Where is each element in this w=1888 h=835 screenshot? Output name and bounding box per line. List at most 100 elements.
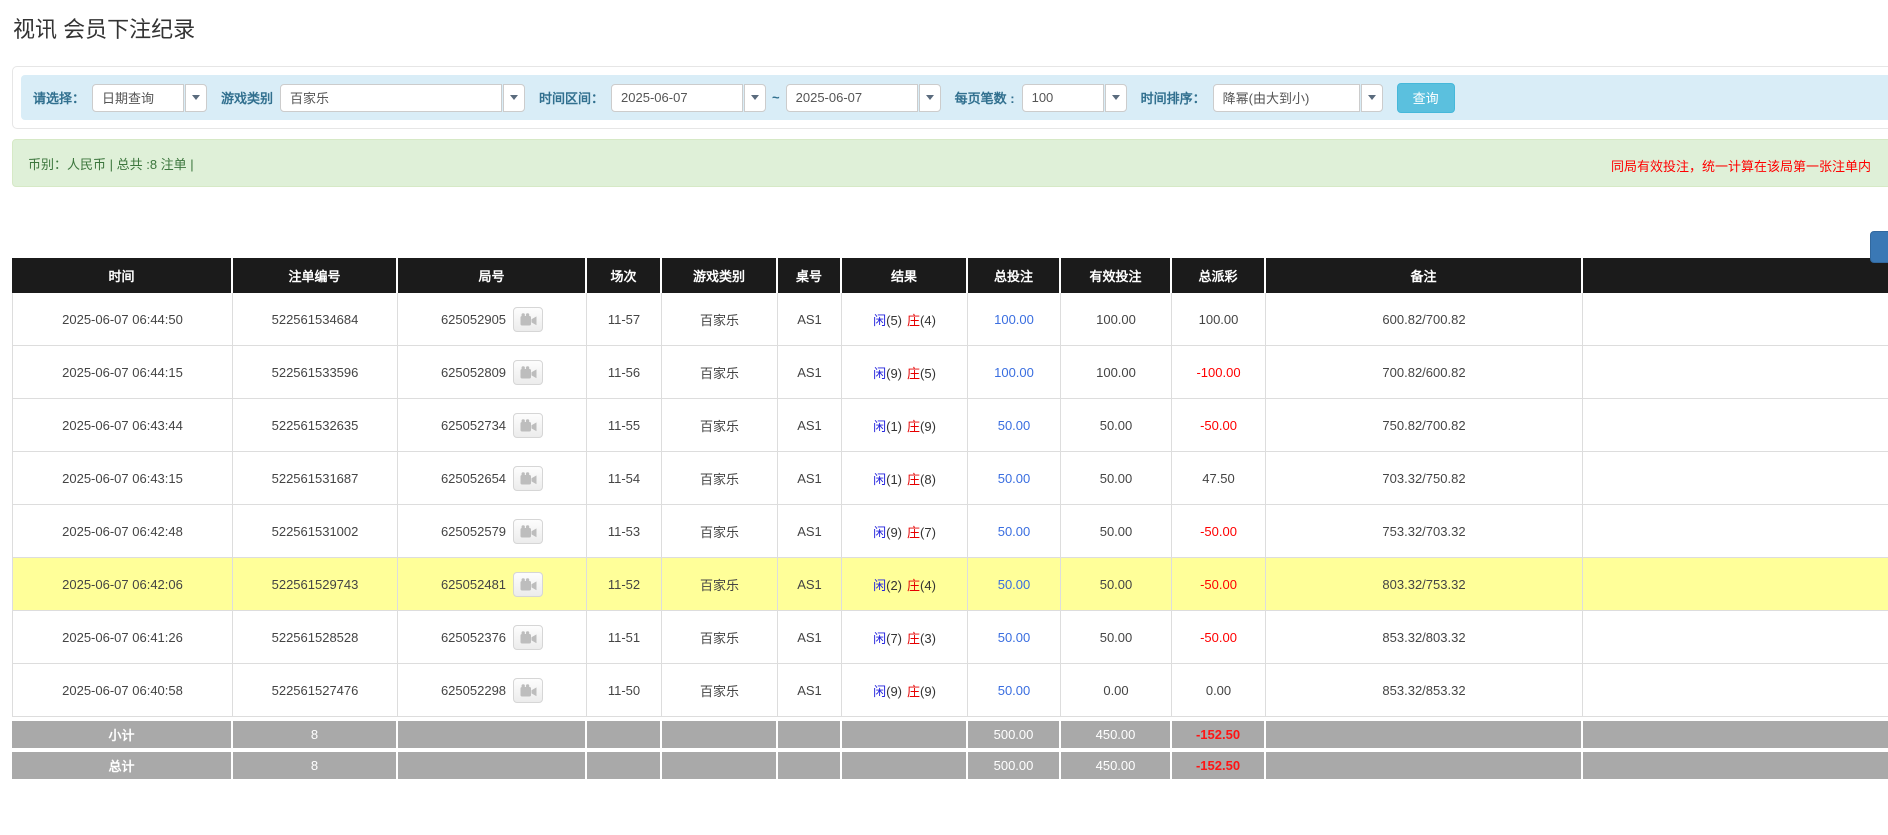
header-time: 时间 bbox=[12, 258, 233, 293]
game-type-cell: 百家乐 bbox=[662, 399, 778, 452]
video-replay-button[interactable] bbox=[513, 572, 543, 597]
result-cell: 闲(7)庄(3) bbox=[842, 611, 968, 664]
total-bet-cell[interactable]: 50.00 bbox=[968, 505, 1061, 558]
date-to-picker[interactable]: 2025-06-07 bbox=[786, 84, 941, 112]
total-bet-cell[interactable]: 50.00 bbox=[968, 611, 1061, 664]
chevron-down-icon bbox=[1112, 95, 1120, 100]
date-to-value[interactable]: 2025-06-07 bbox=[786, 84, 918, 112]
video-camera-icon bbox=[520, 631, 537, 644]
payout-cell: 100.00 bbox=[1172, 293, 1266, 346]
payout-cell: -50.00 bbox=[1172, 611, 1266, 664]
session-cell: 11-56 bbox=[587, 346, 662, 399]
game-type-value[interactable]: 百家乐 bbox=[280, 84, 502, 112]
table-row: 2025-06-07 06:43:44522561532635 625052734… bbox=[12, 399, 1888, 452]
video-camera-icon bbox=[520, 578, 537, 591]
header-round-id: 局号 bbox=[398, 258, 587, 293]
player-result-label: 闲 bbox=[873, 525, 886, 540]
payout-cell: -50.00 bbox=[1172, 558, 1266, 611]
payout-cell: -50.00 bbox=[1172, 505, 1266, 558]
bet-id-cell: 522561529743 bbox=[233, 558, 398, 611]
header-session: 场次 bbox=[587, 258, 662, 293]
game-type-cell: 百家乐 bbox=[662, 611, 778, 664]
result-cell: 闲(9)庄(7) bbox=[842, 505, 968, 558]
valid-bet-cell: 50.00 bbox=[1061, 505, 1172, 558]
subtotal-count: 8 bbox=[233, 717, 398, 748]
chevron-down-icon bbox=[1368, 95, 1376, 100]
valid-bet-cell: 50.00 bbox=[1061, 452, 1172, 505]
header-payout: 总派彩 bbox=[1172, 258, 1266, 293]
date-to-dropdown-button[interactable] bbox=[919, 84, 941, 112]
corner-action-button[interactable] bbox=[1870, 231, 1888, 263]
video-replay-button[interactable] bbox=[513, 519, 543, 544]
header-valid-bet: 有效投注 bbox=[1061, 258, 1172, 293]
search-button[interactable]: 查询 bbox=[1397, 83, 1455, 113]
sort-dropdown-button[interactable] bbox=[1361, 84, 1383, 112]
result-cell: 闲(1)庄(9) bbox=[842, 399, 968, 452]
header-result: 结果 bbox=[842, 258, 968, 293]
query-type-value[interactable]: 日期查询 bbox=[92, 84, 184, 112]
cutoff-cell bbox=[1583, 611, 1888, 664]
query-type-label: 请选择： bbox=[33, 88, 85, 107]
remark-cell: 853.32/853.32 bbox=[1266, 664, 1583, 717]
page-size-value[interactable]: 100 bbox=[1022, 84, 1104, 112]
table-no-cell: AS1 bbox=[778, 558, 842, 611]
round-id-text: 625052376 bbox=[441, 630, 506, 645]
round-id-text: 625052734 bbox=[441, 418, 506, 433]
total-label: 总计 bbox=[12, 748, 233, 779]
video-camera-icon bbox=[520, 472, 537, 485]
time-cell: 2025-06-07 06:43:44 bbox=[12, 399, 233, 452]
total-bet-cell[interactable]: 50.00 bbox=[968, 452, 1061, 505]
page-size-group: 每页笔数 : 100 bbox=[955, 84, 1127, 112]
bet-id-cell: 522561532635 bbox=[233, 399, 398, 452]
table-no-cell: AS1 bbox=[778, 505, 842, 558]
player-result-label: 闲 bbox=[873, 419, 886, 434]
game-type-cell: 百家乐 bbox=[662, 452, 778, 505]
table-no-cell: AS1 bbox=[778, 611, 842, 664]
page-size-dropdown-button[interactable] bbox=[1105, 84, 1127, 112]
time-cell: 2025-06-07 06:40:58 bbox=[12, 664, 233, 717]
sort-select[interactable]: 降幂(由大到小) bbox=[1213, 84, 1383, 112]
player-result-label: 闲 bbox=[873, 313, 886, 328]
bet-id-cell: 522561531002 bbox=[233, 505, 398, 558]
valid-bet-cell: 0.00 bbox=[1061, 664, 1172, 717]
remark-cell: 753.32/703.32 bbox=[1266, 505, 1583, 558]
query-type-dropdown-button[interactable] bbox=[185, 84, 207, 112]
date-from-picker[interactable]: 2025-06-07 bbox=[611, 84, 766, 112]
game-type-select[interactable]: 百家乐 bbox=[280, 84, 525, 112]
total-bet-cell[interactable]: 50.00 bbox=[968, 399, 1061, 452]
player-result-score: (1) bbox=[886, 472, 902, 487]
summary-bar: 币别：人民币 | 总共 :8 注单 | 同局有效投注，统一计算在该局第一张注单内 bbox=[12, 139, 1888, 187]
query-type-select[interactable]: 日期查询 bbox=[92, 84, 207, 112]
game-type-dropdown-button[interactable] bbox=[503, 84, 525, 112]
cutoff-cell bbox=[1583, 399, 1888, 452]
page-size-select[interactable]: 100 bbox=[1022, 84, 1127, 112]
bet-records-table-wrap: 时间 注单编号 局号 场次 游戏类别 桌号 结果 总投注 有效投注 总派彩 备注… bbox=[12, 258, 1888, 779]
video-replay-button[interactable] bbox=[513, 360, 543, 385]
sort-value[interactable]: 降幂(由大到小) bbox=[1213, 84, 1360, 112]
query-type-group: 请选择： 日期查询 bbox=[33, 84, 207, 112]
valid-bet-cell: 100.00 bbox=[1061, 293, 1172, 346]
video-replay-button[interactable] bbox=[513, 466, 543, 491]
total-bet-cell[interactable]: 100.00 bbox=[968, 293, 1061, 346]
valid-bet-cell: 50.00 bbox=[1061, 399, 1172, 452]
player-result-label: 闲 bbox=[873, 684, 886, 699]
date-from-dropdown-button[interactable] bbox=[744, 84, 766, 112]
video-replay-button[interactable] bbox=[513, 413, 543, 438]
round-cell: 625052579 bbox=[398, 505, 587, 558]
total-bet-cell[interactable]: 50.00 bbox=[968, 664, 1061, 717]
banker-result-label: 庄 bbox=[907, 366, 920, 381]
total-bet-cell[interactable]: 100.00 bbox=[968, 346, 1061, 399]
session-cell: 11-54 bbox=[587, 452, 662, 505]
header-game-type: 游戏类别 bbox=[662, 258, 778, 293]
banker-result-score: (7) bbox=[920, 525, 936, 540]
time-cell: 2025-06-07 06:42:48 bbox=[12, 505, 233, 558]
game-type-group: 游戏类别 百家乐 bbox=[221, 84, 525, 112]
video-replay-button[interactable] bbox=[513, 307, 543, 332]
subtotal-total-bet: 500.00 bbox=[968, 717, 1061, 748]
video-replay-button[interactable] bbox=[513, 625, 543, 650]
cutoff-cell bbox=[1583, 452, 1888, 505]
total-bet-cell[interactable]: 50.00 bbox=[968, 558, 1061, 611]
date-from-value[interactable]: 2025-06-07 bbox=[611, 84, 743, 112]
game-type-label: 游戏类别 bbox=[221, 88, 273, 107]
video-replay-button[interactable] bbox=[513, 678, 543, 703]
